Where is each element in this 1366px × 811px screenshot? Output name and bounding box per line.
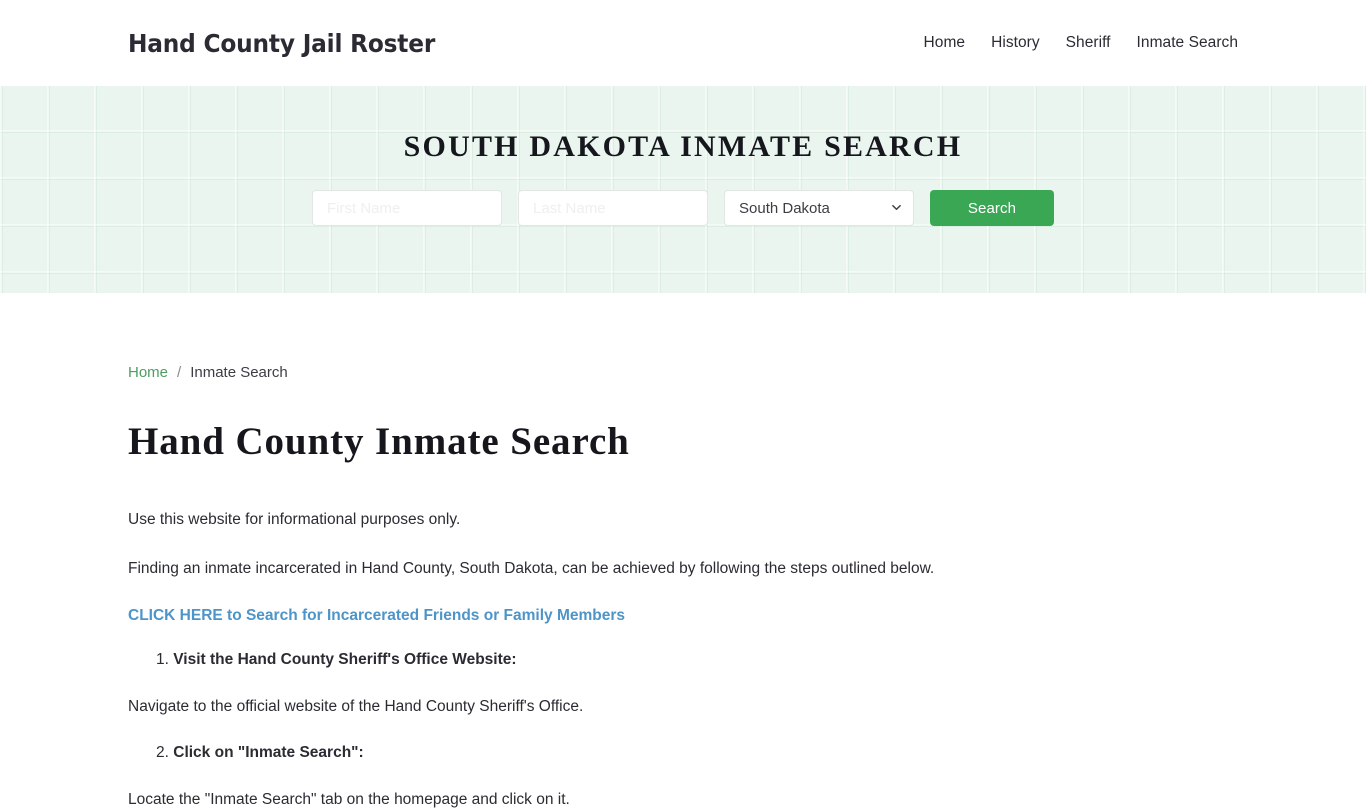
hero-search-banner: SOUTH DAKOTA INMATE SEARCH South Dakota … bbox=[0, 86, 1366, 293]
step-1-heading: 1. Visit the Hand County Sheriff's Offic… bbox=[128, 625, 1238, 669]
step-2-number: 2. bbox=[156, 743, 169, 761]
state-select[interactable]: South Dakota bbox=[724, 190, 914, 226]
main-navigation: Home History Sheriff Inmate Search bbox=[924, 34, 1238, 52]
nav-item-history[interactable]: History bbox=[991, 34, 1040, 52]
breadcrumb: Home / Inmate Search bbox=[128, 293, 1238, 381]
nav-item-sheriff[interactable]: Sheriff bbox=[1066, 34, 1111, 52]
search-button[interactable]: Search bbox=[930, 190, 1054, 226]
breadcrumb-home-link[interactable]: Home bbox=[128, 364, 168, 381]
state-select-wrapper: South Dakota bbox=[724, 190, 914, 226]
inmate-search-form: South Dakota Search bbox=[312, 190, 1054, 226]
step-2-body: Locate the "Inmate Search" tab on the ho… bbox=[128, 790, 570, 808]
hero-title: SOUTH DAKOTA INMATE SEARCH bbox=[403, 130, 963, 163]
first-name-input[interactable] bbox=[312, 190, 502, 226]
step-1-body: Navigate to the official website of the … bbox=[128, 697, 584, 715]
site-header: Hand County Jail Roster Home History She… bbox=[0, 0, 1366, 86]
main-content: Home / Inmate Search Hand County Inmate … bbox=[0, 293, 1366, 811]
cta-search-link[interactable]: CLICK HERE to Search for Incarcerated Fr… bbox=[128, 581, 625, 625]
site-logo[interactable]: Hand County Jail Roster bbox=[128, 29, 435, 58]
step-2-text: Click on "Inmate Search": bbox=[173, 743, 364, 761]
step-1-text: Visit the Hand County Sheriff's Office W… bbox=[173, 650, 517, 668]
step-1-number: 1. bbox=[156, 650, 169, 668]
description-paragraph: Finding an inmate incarcerated in Hand C… bbox=[128, 560, 935, 578]
page-title: Hand County Inmate Search bbox=[128, 420, 630, 463]
last-name-input[interactable] bbox=[518, 190, 708, 226]
breadcrumb-separator: / bbox=[177, 364, 182, 381]
step-2-heading: 2. Click on "Inmate Search": bbox=[128, 718, 1238, 762]
nav-item-inmate-search[interactable]: Inmate Search bbox=[1137, 34, 1238, 52]
nav-item-home[interactable]: Home bbox=[924, 34, 966, 52]
intro-paragraph: Use this website for informational purpo… bbox=[128, 511, 461, 528]
breadcrumb-current: Inmate Search bbox=[190, 364, 288, 381]
